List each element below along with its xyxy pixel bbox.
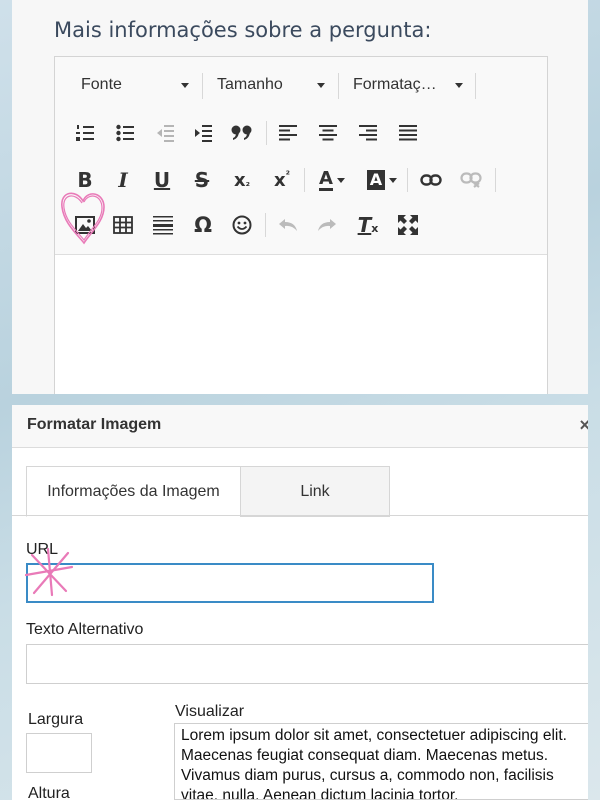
special-char-button[interactable]: Ω [188,210,218,240]
alt-text-field[interactable] [26,644,588,684]
underline-button[interactable]: U [147,165,177,195]
bulleted-list-icon [116,124,134,142]
background-color-icon: A [366,170,386,190]
url-input[interactable] [28,565,432,601]
format-dropdown-label: Formataç… [353,76,437,93]
tab-link[interactable]: Link [240,466,390,517]
tab-label: Informações da Imagem [47,482,220,500]
indent-icon [195,125,212,142]
remove-format-button[interactable]: Tx [353,210,383,240]
width-input[interactable] [27,734,91,772]
tab-image-info[interactable]: Informações da Imagem [26,466,241,517]
toolbar-separator [475,73,476,99]
table-button[interactable] [108,210,138,240]
link-button[interactable] [416,165,446,195]
alt-text-label: Texto Alternativo [26,621,144,638]
width-label: Largura [28,711,84,728]
strikethrough-icon: S [194,168,210,192]
text-color-button[interactable]: A [313,165,351,195]
close-icon[interactable]: × [579,415,588,436]
toolbar-separator [407,168,408,192]
toolbar-separator [304,168,305,192]
toolbar-separator [202,73,203,99]
maximize-button[interactable] [393,210,423,240]
toolbar-separator [265,213,266,237]
chevron-down-icon [317,83,325,88]
dialog-header: Formatar Imagem × [12,405,588,448]
outdent-button[interactable] [150,118,180,148]
format-dropdown[interactable]: Formataç… [353,71,463,99]
align-right-button[interactable] [353,118,383,148]
rich-text-editor: Fonte Tamanho Formataç… B I U S x₂ x² A … [54,56,548,394]
toolbar-separator [338,73,339,99]
outdent-icon [157,125,174,142]
heart-annotation-icon [61,192,105,245]
align-right-icon [359,125,377,141]
subscript-icon: x₂ [233,169,250,191]
width-field[interactable] [26,733,92,773]
chevron-down-icon [336,177,345,183]
align-center-icon [319,125,337,141]
chevron-down-icon [389,177,398,183]
emoji-icon [232,215,252,235]
link-icon [420,174,442,186]
underline-icon: U [153,168,171,192]
maximize-icon [398,215,418,235]
superscript-button[interactable]: x² [267,165,297,195]
alt-text-input[interactable] [27,645,588,683]
image-preview: Lorem ipsum dolor sit amet, consectetuer… [174,723,588,800]
table-icon [113,216,133,234]
background-color-button[interactable]: A [363,165,401,195]
font-dropdown[interactable]: Fonte [81,71,189,99]
superscript-icon: x² [273,169,290,191]
height-label: Altura [28,785,70,800]
editor-toolbar: Fonte Tamanho Formataç… B I U S x₂ x² A … [55,57,547,255]
align-center-button[interactable] [313,118,343,148]
subscript-button[interactable]: x₂ [227,165,257,195]
undo-button[interactable] [273,210,303,240]
chevron-down-icon [455,83,463,88]
size-dropdown[interactable]: Tamanho [217,71,325,99]
font-dropdown-label: Fonte [81,76,122,93]
editor-screenshot: Mais informações sobre a pergunta: Fonte… [12,0,588,394]
numbered-list-icon [76,125,94,141]
star-annotation-icon [24,547,74,597]
tabs-divider [12,515,588,516]
chevron-down-icon [181,83,189,88]
remove-format-icon: Tx [357,213,379,237]
preview-label: Visualizar [175,703,245,720]
unlink-icon [460,172,482,188]
url-field[interactable] [26,563,434,603]
align-left-button[interactable] [273,118,303,148]
italic-button[interactable]: I [108,165,138,195]
redo-button[interactable] [312,210,342,240]
strikethrough-button[interactable]: S [187,165,217,195]
align-left-icon [279,125,297,141]
indent-button[interactable] [188,118,218,148]
image-format-dialog: Formatar Imagem × Informações da Imagem … [12,405,588,800]
justify-button[interactable] [393,118,423,148]
blockquote-icon [231,125,252,140]
redo-icon [318,219,336,231]
special-char-icon: Ω [194,213,212,237]
question-heading: Mais informações sobre a pergunta: [54,18,432,42]
toolbar-separator [495,168,496,192]
bulleted-list-button[interactable] [110,118,140,148]
blockquote-button[interactable] [227,118,257,148]
undo-icon [279,219,297,231]
emoji-button[interactable] [227,210,257,240]
justify-icon [399,125,417,141]
text-color-icon: A [319,167,333,191]
italic-icon: I [118,168,128,192]
horizontal-line-button[interactable] [148,210,178,240]
horizontal-line-icon [153,216,173,235]
size-dropdown-label: Tamanho [217,76,283,93]
dialog-title: Formatar Imagem [27,416,162,433]
toolbar-separator [266,121,267,145]
tab-label: Link [300,482,330,500]
unlink-button[interactable] [456,165,486,195]
numbered-list-button[interactable] [70,118,100,148]
